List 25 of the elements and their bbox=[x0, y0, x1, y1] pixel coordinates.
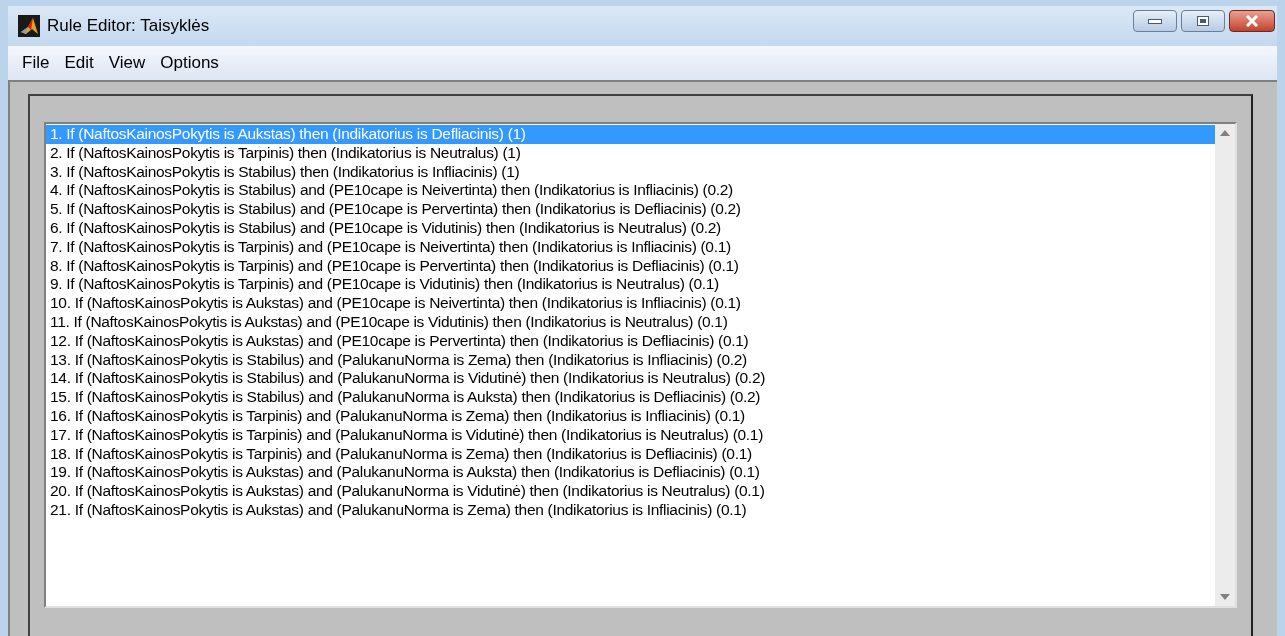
menu-item[interactable]: View bbox=[102, 50, 152, 76]
rule-item[interactable]: 17. If (NaftosKainosPokytis is Tarpinis) and (PalukanuNorma is Vidutinė) then (Indikatorius is Neutralus) (0.1) bbox=[46, 425, 1215, 445]
rule-item[interactable]: 10. If (NaftosKainosPokytis is Aukstas) and (PE10cape is Neivertinta) then (Indikatorius is Infliacinis) (0.1) bbox=[46, 294, 1215, 313]
rule-item[interactable]: 7. If (NaftosKainosPokytis is Tarpinis) and (PE10cape is Neivertinta) then (Indikatorius is Infliacinis) (0.1) bbox=[46, 237, 1215, 257]
rule-item[interactable]: 9. If (NaftosKainosPokytis is Tarpinis) and (PE10cape is Vidutinis) then (Indikatorius is Neutralus) (0.1) bbox=[46, 275, 1215, 295]
rule-item[interactable]: 8. If (NaftosKainosPokytis is Tarpinis) and (PE10cape is Pervertinta) then (Indikatorius is Defliacinis) (0.1) bbox=[46, 256, 1215, 276]
rule-item[interactable]: 5. If (NaftosKainosPokytis is Stabilus) and (PE10cape is Pervertinta) then (Indikatorius is Defliacinis) (0.2) bbox=[46, 200, 1215, 219]
rule-item[interactable]: 4. If (NaftosKainosPokytis is Stabilus) and (PE10cape is Neivertinta) then (Indikatorius is Infliacinis) (0.2) bbox=[46, 181, 1215, 201]
rule-item[interactable]: 16. If (NaftosKainosPokytis is Tarpinis) and (PalukanuNorma is Zema) then (Indikatorius is Infliacinis) (0.1) bbox=[46, 406, 1215, 426]
rule-item[interactable]: 13. If (NaftosKainosPokytis is Stabilus) and (PalukanuNorma is Zema) then (Indikatorius is Infliacinis) (0.2) bbox=[46, 350, 1215, 370]
rule-item[interactable]: 19. If (NaftosKainosPokytis is Aukstas) and (PalukanuNorma is Auksta) then (Indikatorius is Defliacinis) (0.1) bbox=[46, 463, 1215, 483]
menu-item[interactable]: Edit bbox=[58, 50, 100, 76]
menu-item[interactable]: File bbox=[16, 50, 56, 76]
rule-item[interactable]: 20. If (NaftosKainosPokytis is Aukstas) and (PalukanuNorma is Vidutinė) then (Indikatorius is Neutralus) (0.1) bbox=[46, 482, 1215, 501]
rule-item[interactable]: 21. If (NaftosKainosPokytis is Aukstas) and (PalukanuNorma is Zema) then (Indikatorius is Infliacinis) (0.1) bbox=[46, 500, 1215, 520]
rule-item[interactable]: 18. If (NaftosKainosPokytis is Tarpinis) and (PalukanuNorma is Zema) then (Indikatorius is Defliacinis) (0.1) bbox=[46, 444, 1215, 464]
rule-item[interactable]: 14. If (NaftosKainosPokytis is Stabilus) and (PalukanuNorma is Vidutinė) then (Indikatorius is Neutralus) (0.2) bbox=[46, 369, 1215, 389]
rule-item[interactable]: 15. If (NaftosKainosPokytis is Stabilus) and (PalukanuNorma is Auksta) then (Indikatorius is Defliacinis) (0.2) bbox=[46, 388, 1215, 407]
menu-item[interactable]: Options bbox=[154, 50, 225, 76]
rule-item[interactable]: 6. If (NaftosKainosPokytis is Stabilus) and (PE10cape is Vidutinis) then (Indikatorius is Neutralus) (0.2) bbox=[46, 219, 1215, 238]
rule-item[interactable]: 12. If (NaftosKainosPokytis is Aukstas) and (PE10cape is Pervertinta) then (Indikatorius is Defliacinis) (0.1) bbox=[46, 331, 1215, 351]
window-title: Rule Editor: Taisyklės bbox=[47, 15, 210, 38]
rule-item[interactable]: 11. If (NaftosKainosPokytis is Aukstas) and (PE10cape is Vidutinis) then (Indikatorius is Neutralus) (0.1) bbox=[46, 312, 1215, 332]
rule-item[interactable]: 2. If (NaftosKainosPokytis is Tarpinis) then (Indikatorius is Neutralus) (1) bbox=[46, 143, 1215, 163]
rule-item[interactable]: 3. If (NaftosKainosPokytis is Stabilus) then (Indikatorius is Infliacinis) (1) bbox=[46, 162, 1215, 182]
